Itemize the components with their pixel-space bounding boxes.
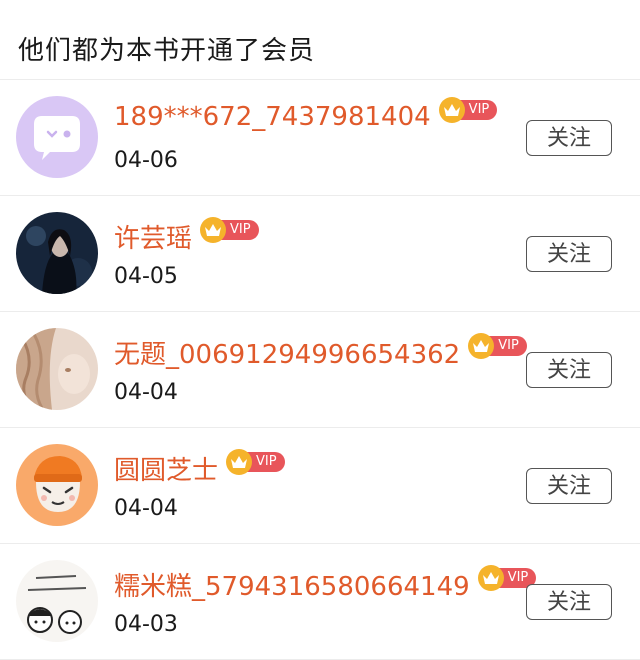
date-label: 04-06	[114, 148, 178, 173]
avatar[interactable]	[16, 560, 98, 642]
vip-badge: VIP	[226, 448, 285, 475]
member-list: 189***672_7437981404 VIP 04-06 关注 许芸瑶 VI…	[0, 80, 640, 660]
vip-badge: VIP	[468, 332, 527, 359]
follow-button[interactable]: 关注	[526, 468, 612, 504]
crown-icon	[438, 97, 465, 123]
chat-bubble-icon	[16, 96, 98, 178]
username[interactable]: 糯米糕_5794316580664149	[114, 566, 470, 603]
avatar[interactable]	[16, 444, 98, 526]
follow-button[interactable]: 关注	[526, 120, 612, 156]
cartoon-avatar	[16, 444, 98, 526]
avatar[interactable]	[16, 212, 98, 294]
crown-icon	[477, 564, 504, 591]
user-photo	[16, 328, 98, 410]
date-label: 04-05	[114, 264, 178, 289]
list-item[interactable]: 圆圆芝士 VIP 04-04 关注	[0, 428, 640, 544]
doodle-avatar	[16, 560, 98, 642]
follow-button[interactable]: 关注	[526, 352, 612, 388]
list-item[interactable]: 糯米糕_5794316580664149 VIP 04-03 关注	[0, 544, 640, 660]
date-label: 04-04	[114, 496, 178, 521]
date-label: 04-04	[114, 380, 178, 405]
crown-icon	[468, 332, 495, 359]
username[interactable]: 许芸瑶	[114, 218, 192, 255]
list-item[interactable]: 许芸瑶 VIP 04-05 关注	[0, 196, 640, 312]
page-title: 他们都为本书开通了会员	[18, 36, 316, 66]
follow-button[interactable]: 关注	[526, 236, 612, 272]
follow-button[interactable]: 关注	[526, 584, 612, 620]
vip-badge: VIP	[438, 97, 498, 123]
list-item[interactable]: 无题_00691294996654362 VIP 04-04 关注	[0, 312, 640, 428]
crown-icon	[226, 448, 253, 475]
username[interactable]: 无题_00691294996654362	[114, 334, 460, 371]
avatar[interactable]	[16, 96, 98, 178]
avatar[interactable]	[16, 328, 98, 410]
user-photo	[16, 212, 98, 294]
page-header: 他们都为本书开通了会员	[0, 0, 640, 80]
vip-badge: VIP	[200, 216, 259, 243]
crown-icon	[200, 216, 227, 243]
list-item[interactable]: 189***672_7437981404 VIP 04-06 关注	[0, 80, 640, 196]
username[interactable]: 圆圆芝士	[114, 450, 218, 487]
date-label: 04-03	[114, 612, 178, 637]
username[interactable]: 189***672_7437981404	[114, 102, 431, 132]
